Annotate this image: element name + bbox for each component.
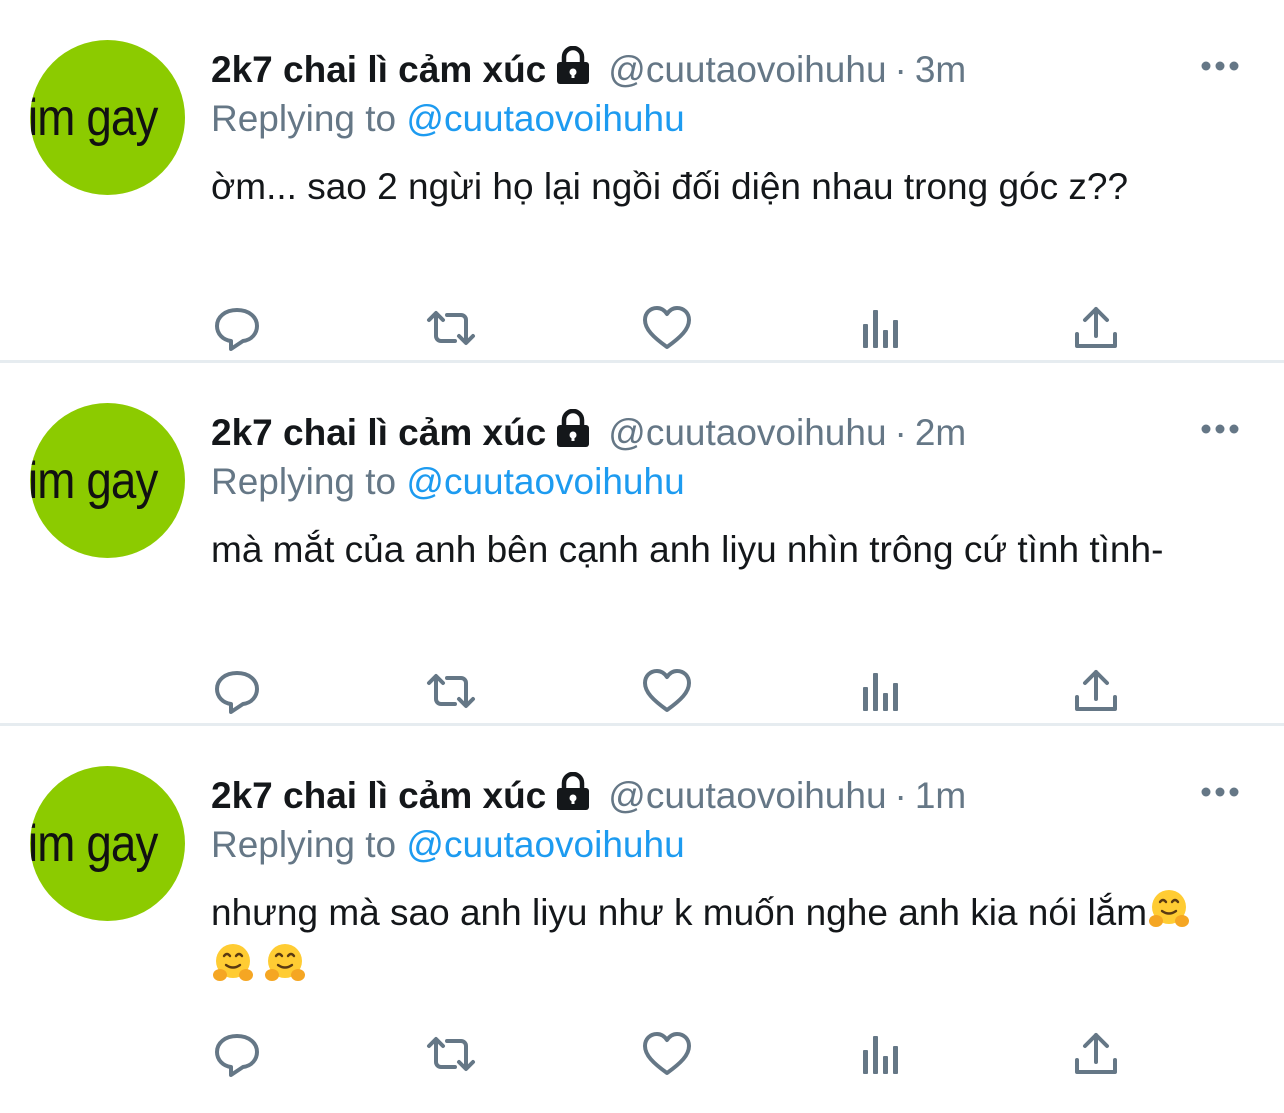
analytics-button[interactable] xyxy=(853,1026,909,1082)
like-button[interactable] xyxy=(639,1026,695,1082)
share-icon xyxy=(1075,670,1117,711)
analytics-button[interactable] xyxy=(853,663,909,719)
tweet-header: 2k7 chai lì cảm xúc @cuutaovoihuhu · 1m xyxy=(211,770,966,822)
retweet-button[interactable] xyxy=(423,300,479,356)
hugging-face-emoji-icon xyxy=(263,941,307,985)
share-icon xyxy=(1075,307,1117,348)
tweet-text-content: ờm... sao 2 ngừi họ lại ngồi đối diện nh… xyxy=(211,166,1129,207)
retweet-button[interactable] xyxy=(423,663,479,719)
lock-icon xyxy=(552,408,594,449)
tweet-text: ờm... sao 2 ngừi họ lại ngồi đối diện nh… xyxy=(211,160,1251,214)
replying-prefix: Replying to xyxy=(211,461,397,502)
tweet-header: 2k7 chai lì cảm xúc @cuutaovoihuhu · 2m xyxy=(211,407,966,459)
reply-button[interactable] xyxy=(209,1026,265,1082)
avatar-text: im gay xyxy=(30,89,158,147)
display-name[interactable]: 2k7 chai lì cảm xúc xyxy=(211,775,546,816)
avatar[interactable]: im gay xyxy=(30,766,185,921)
tweet-actions xyxy=(0,663,1284,719)
replying-to-line: Replying to @cuutaovoihuhu xyxy=(211,94,685,144)
user-handle[interactable]: @cuutaovoihuhu xyxy=(608,412,886,453)
analytics-button[interactable] xyxy=(853,300,909,356)
hugging-face-emoji-icon xyxy=(211,941,255,985)
replying-to-line: Replying to @cuutaovoihuhu xyxy=(211,820,685,870)
heart-icon xyxy=(643,306,691,349)
timestamp[interactable]: 2m xyxy=(915,412,966,453)
tweet-actions xyxy=(0,300,1284,356)
retweet-icon xyxy=(427,311,475,345)
replying-to-handle-link[interactable]: @cuutaovoihuhu xyxy=(406,461,684,502)
display-name[interactable]: 2k7 chai lì cảm xúc xyxy=(211,412,546,453)
analytics-icon xyxy=(863,1036,898,1074)
reply-button[interactable] xyxy=(209,300,265,356)
more-options-icon[interactable] xyxy=(1200,421,1240,437)
tweet[interactable]: im gay 2k7 chai lì cảm xúc @cuutaovoihuhu… xyxy=(0,0,1284,363)
lock-icon xyxy=(552,45,594,86)
more-options-icon[interactable] xyxy=(1200,58,1240,74)
replying-prefix: Replying to xyxy=(211,98,397,139)
replying-prefix: Replying to xyxy=(211,824,397,865)
avatar[interactable]: im gay xyxy=(30,403,185,558)
tweet[interactable]: im gay 2k7 chai lì cảm xúc @cuutaovoihuhu… xyxy=(0,363,1284,726)
analytics-icon xyxy=(863,310,898,348)
tweet-actions xyxy=(0,1026,1284,1082)
reply-icon xyxy=(215,671,259,714)
share-button[interactable] xyxy=(1068,300,1124,356)
separator-dot: · xyxy=(894,49,907,90)
separator-dot: · xyxy=(894,412,907,453)
more-options-icon[interactable] xyxy=(1200,784,1240,800)
tweet[interactable]: im gay 2k7 chai lì cảm xúc @cuutaovoihuhu… xyxy=(0,726,1284,1089)
share-button[interactable] xyxy=(1068,1026,1124,1082)
retweet-icon xyxy=(427,1037,475,1071)
user-handle[interactable]: @cuutaovoihuhu xyxy=(608,49,886,90)
replying-to-line: Replying to @cuutaovoihuhu xyxy=(211,457,685,507)
timestamp[interactable]: 1m xyxy=(915,775,966,816)
tweet-text: mà mắt của anh bên cạnh anh liyu nhìn tr… xyxy=(211,523,1251,577)
share-icon xyxy=(1075,1033,1117,1074)
reply-icon xyxy=(215,308,259,351)
tweet-text-content: nhưng mà sao anh liyu như k muốn nghe an… xyxy=(211,892,1148,933)
heart-icon xyxy=(643,669,691,712)
reply-button[interactable] xyxy=(209,663,265,719)
analytics-icon xyxy=(863,673,898,711)
avatar-text: im gay xyxy=(30,452,158,510)
user-handle[interactable]: @cuutaovoihuhu xyxy=(608,775,886,816)
separator-dot: · xyxy=(894,775,907,816)
retweet-icon xyxy=(427,674,475,708)
share-button[interactable] xyxy=(1068,663,1124,719)
replying-to-handle-link[interactable]: @cuutaovoihuhu xyxy=(406,98,684,139)
retweet-button[interactable] xyxy=(423,1026,479,1082)
reply-icon xyxy=(215,1034,259,1077)
like-button[interactable] xyxy=(639,663,695,719)
tweet-header: 2k7 chai lì cảm xúc @cuutaovoihuhu · 3m xyxy=(211,44,966,96)
lock-icon xyxy=(552,771,594,812)
display-name[interactable]: 2k7 chai lì cảm xúc xyxy=(211,49,546,90)
replying-to-handle-link[interactable]: @cuutaovoihuhu xyxy=(406,824,684,865)
avatar-text: im gay xyxy=(30,815,158,873)
like-button[interactable] xyxy=(639,300,695,356)
heart-icon xyxy=(643,1032,691,1075)
avatar[interactable]: im gay xyxy=(30,40,185,195)
timestamp[interactable]: 3m xyxy=(915,49,966,90)
hugging-face-emoji-icon xyxy=(1147,887,1191,931)
tweet-text-content: mà mắt của anh bên cạnh anh liyu nhìn tr… xyxy=(211,529,1164,570)
tweet-text: nhưng mà sao anh liyu như k muốn nghe an… xyxy=(211,886,1251,994)
